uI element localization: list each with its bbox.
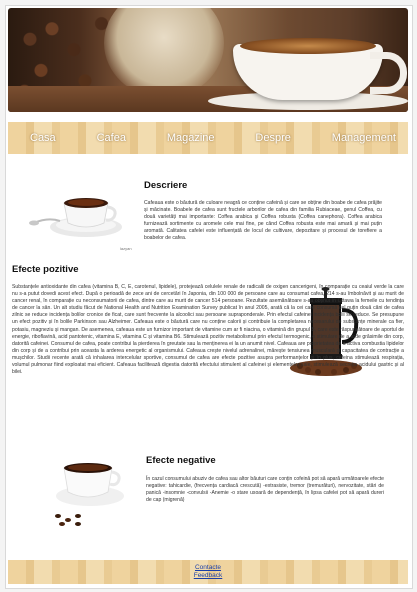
cup-handle-graphic [370,52,407,94]
footer-link-feedback[interactable]: Feedback [8,572,408,580]
section-descriere: Descriere Cafeaua este o băutură de culo… [144,180,382,243]
section-efecte-pozitive-text-wrap: Substanțele antioxidante din cafea (vita… [12,284,404,376]
nav-item-magazine[interactable]: Magazine [167,132,215,144]
main-navigation: Casa Cafea Magazine Despre Management [8,122,408,154]
image-caption: lazyan [120,246,132,251]
espresso-cup-image [55,463,124,526]
section-title-descriere: Descriere [144,180,188,191]
nav-item-despre[interactable]: Despre [255,132,290,144]
coffee-surface-graphic [240,38,376,54]
footer-link-contacte[interactable]: Contacte [8,564,408,572]
section-efecte-pozitive: Efecte pozitive [12,264,288,283]
section-text-descriere: Cafeaua este o băutură de culoare neagră… [144,200,382,242]
nav-item-casa[interactable]: Casa [30,132,56,144]
section-title-efecte-negative: Efecte negative [146,455,216,466]
section-text-efecte-negative: În cazul consumului abuziv de cafea sau … [146,476,384,504]
coffee-sack-graphic [104,8,224,98]
nav-item-management[interactable]: Management [332,132,396,144]
nav-item-cafea[interactable]: Cafea [97,132,126,144]
section-efecte-negative: Efecte negative În cazul consumului abuz… [146,455,384,504]
section-text-efecte-pozitive: Substanțele antioxidante din cafea (vita… [12,284,404,376]
coffee-cup-image [29,198,122,237]
section-title-efecte-pozitive: Efecte pozitive [12,264,79,275]
header-banner-image [8,8,408,112]
footer: Contacte Feedback [8,560,408,584]
